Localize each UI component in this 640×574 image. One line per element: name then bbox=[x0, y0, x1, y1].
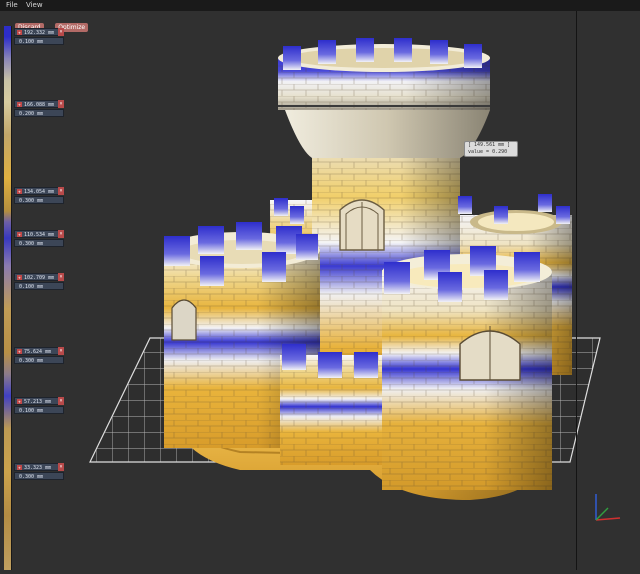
unit-label: mm bbox=[37, 358, 44, 364]
layer-height-value: 75.624 mm bbox=[24, 349, 52, 355]
close-icon[interactable]: × bbox=[58, 397, 64, 405]
unit-label: mm bbox=[37, 474, 44, 480]
layer-control[interactable]: +192.332 mm × 0.100 mm bbox=[14, 28, 64, 45]
layer-height-value: 102.709 mm bbox=[24, 275, 55, 281]
unit-label: mm bbox=[37, 408, 44, 414]
layer-control[interactable]: +75.624 mm × 0.300 mm bbox=[14, 347, 64, 364]
unit-label: mm bbox=[37, 284, 44, 290]
viewport-divider bbox=[576, 0, 577, 570]
layer-thickness-value[interactable]: 0.100 bbox=[19, 408, 34, 413]
hover-tooltip: [ 149.561 mm ] value = 0.290 mm bbox=[464, 141, 518, 162]
menu-view[interactable]: View bbox=[26, 1, 43, 9]
close-icon[interactable]: × bbox=[58, 463, 64, 471]
drag-handle-icon[interactable]: + bbox=[17, 399, 22, 404]
menu-bar: File View bbox=[0, 0, 640, 11]
close-icon[interactable]: × bbox=[58, 347, 64, 355]
drag-handle-icon[interactable]: + bbox=[17, 349, 22, 354]
unit-label: mm bbox=[37, 111, 44, 117]
close-icon[interactable]: × bbox=[58, 100, 64, 108]
3d-viewport[interactable] bbox=[0, 0, 640, 570]
drag-handle-icon[interactable]: + bbox=[17, 275, 22, 280]
tooltip-value: value = 0.290 mm bbox=[468, 149, 508, 162]
castle-model-render bbox=[89, 38, 621, 521]
height-colorbar[interactable] bbox=[4, 26, 11, 570]
layer-height-value: 33.323 mm bbox=[24, 465, 52, 471]
drag-handle-icon[interactable]: + bbox=[17, 189, 22, 194]
close-icon[interactable]: × bbox=[58, 230, 64, 238]
layer-thickness-value[interactable]: 0.100 bbox=[19, 39, 34, 44]
layer-thickness-value[interactable]: 0.300 bbox=[19, 358, 34, 363]
layer-height-value: 57.213 mm bbox=[24, 399, 52, 405]
drag-handle-icon[interactable]: + bbox=[17, 232, 22, 237]
axis-gizmo-icon bbox=[595, 494, 621, 521]
tooltip-height: [ 149.561 mm ] bbox=[468, 142, 511, 148]
layer-height-value: 192.332 mm bbox=[24, 30, 55, 36]
layer-control[interactable]: +134.054 mm × 0.300 mm bbox=[14, 187, 64, 204]
right-front-tower bbox=[382, 246, 552, 490]
colorbar-edge bbox=[11, 26, 12, 570]
close-icon[interactable]: × bbox=[58, 273, 64, 281]
layer-thickness-value[interactable]: 0.300 bbox=[19, 198, 34, 203]
close-icon[interactable]: × bbox=[58, 28, 64, 36]
unit-label: mm bbox=[37, 198, 44, 204]
unit-label: mm bbox=[37, 39, 44, 45]
layer-height-value: 166.088 mm bbox=[24, 102, 55, 108]
layer-thickness-value[interactable]: 0.200 bbox=[19, 111, 34, 116]
drag-handle-icon[interactable]: + bbox=[17, 30, 22, 35]
front-wall bbox=[280, 344, 390, 465]
layer-thickness-value[interactable]: 0.300 bbox=[19, 241, 34, 246]
layer-control[interactable]: +102.709 mm × 0.100 mm bbox=[14, 273, 64, 290]
layer-control[interactable]: +33.323 mm × 0.300 mm bbox=[14, 463, 64, 480]
unit-label: mm bbox=[37, 241, 44, 247]
layer-control[interactable]: +110.534 mm × 0.300 mm bbox=[14, 230, 64, 247]
menu-file[interactable]: File bbox=[6, 1, 18, 9]
layer-height-value: 134.054 mm bbox=[24, 189, 55, 195]
drag-handle-icon[interactable]: + bbox=[17, 465, 22, 470]
layer-thickness-value[interactable]: 0.100 bbox=[19, 284, 34, 289]
close-icon[interactable]: × bbox=[58, 187, 64, 195]
layer-thickness-value[interactable]: 0.300 bbox=[19, 474, 34, 479]
layer-height-value: 110.534 mm bbox=[24, 232, 55, 238]
layer-control[interactable]: +166.088 mm × 0.200 mm bbox=[14, 100, 64, 117]
drag-handle-icon[interactable]: + bbox=[17, 102, 22, 107]
layer-control[interactable]: +57.213 mm × 0.100 mm bbox=[14, 397, 64, 414]
